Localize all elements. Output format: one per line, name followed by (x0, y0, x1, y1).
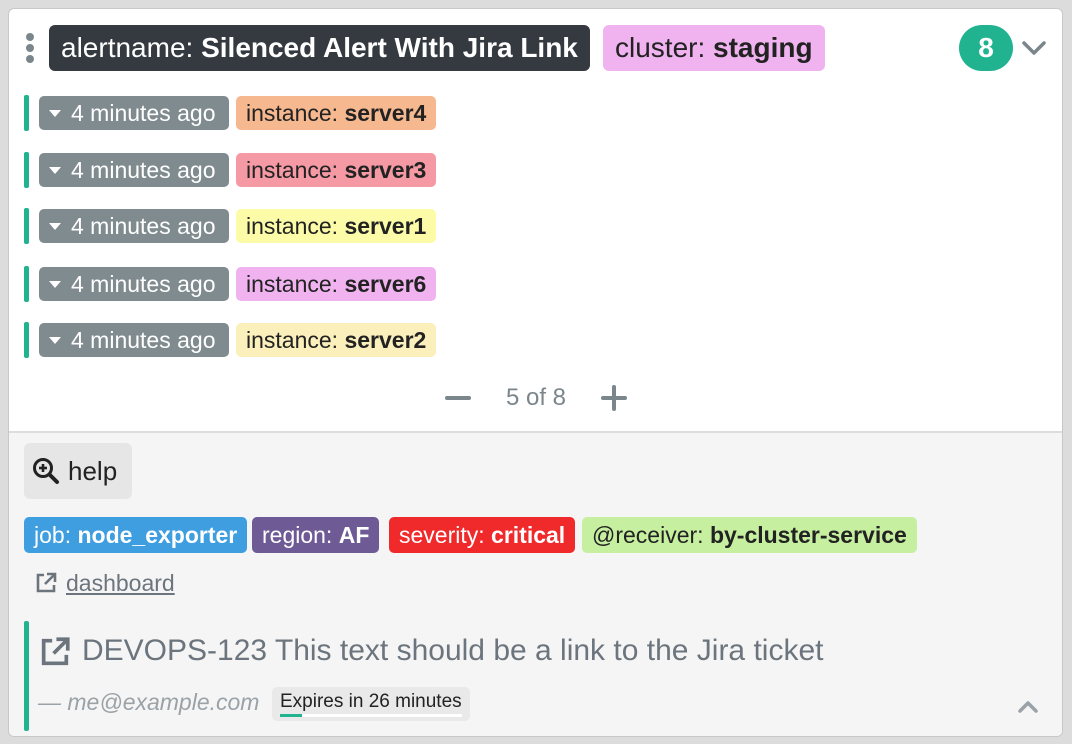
help-annotation-button[interactable]: help (24, 443, 132, 499)
alert-state-bar (24, 322, 29, 358)
alert-pager: 5 of 8 (9, 381, 1062, 417)
alert-group-card: alertname: Silenced Alert With Jira Link… (8, 8, 1063, 737)
external-link-icon (41, 637, 70, 666)
alertname-label[interactable]: alertname: Silenced Alert With Jira Link (49, 25, 590, 71)
silence-block: DEVOPS-123 This text should be a link to… (24, 621, 1054, 736)
alert-state-bar (24, 208, 29, 244)
chevron-down-icon[interactable] (1019, 33, 1049, 63)
silence-state-bar (24, 621, 29, 731)
severity-label[interactable]: severity: critical (389, 517, 576, 553)
alert-time-button[interactable]: 4 minutes ago (39, 323, 229, 357)
silence-progress-fill (280, 714, 302, 717)
caret-down-icon (49, 337, 61, 344)
alert-count-badge: 8 (959, 25, 1013, 71)
instance-label[interactable]: instance: server4 (236, 96, 437, 130)
caret-down-icon (49, 223, 61, 230)
caret-down-icon (49, 110, 61, 117)
grip-vertical-icon[interactable] (26, 33, 36, 63)
silence-expiry-badge: Expires in 26 minutes (272, 687, 470, 721)
pager-status: 5 of 8 (505, 384, 567, 411)
alert-time-button[interactable]: 4 minutes ago (39, 267, 229, 301)
alert-group-header: alertname: Silenced Alert With Jira Link… (9, 25, 1062, 71)
region-label[interactable]: region: AF (252, 517, 380, 553)
plus-icon[interactable] (601, 385, 627, 411)
caret-down-icon (49, 281, 61, 288)
search-plus-icon (33, 458, 59, 484)
instance-label[interactable]: instance: server3 (236, 153, 437, 187)
alert-time-button[interactable]: 4 minutes ago (39, 153, 229, 187)
alert-time-button[interactable]: 4 minutes ago (39, 209, 229, 243)
silence-author: — me@example.com (38, 689, 260, 715)
minus-icon[interactable] (445, 385, 471, 411)
cluster-label[interactable]: cluster: staging (603, 25, 825, 71)
alert-state-bar (24, 95, 29, 131)
alert-group-footer: help job: node_exporter region: AF sever… (9, 431, 1062, 736)
external-link-icon (36, 572, 57, 593)
alert-state-bar (24, 152, 29, 188)
silence-progress-bar (280, 714, 462, 717)
job-label[interactable]: job: node_exporter (24, 517, 248, 553)
instance-label[interactable]: instance: server2 (236, 323, 437, 357)
instance-label[interactable]: instance: server6 (236, 267, 437, 301)
receiver-label[interactable]: @receiver: by-cluster-service (582, 517, 917, 553)
instance-label[interactable]: instance: server1 (236, 209, 437, 243)
chevron-up-icon[interactable] (1014, 693, 1042, 721)
alert-state-bar (24, 266, 29, 302)
alert-time-button[interactable]: 4 minutes ago (39, 96, 229, 130)
caret-down-icon (49, 167, 61, 174)
